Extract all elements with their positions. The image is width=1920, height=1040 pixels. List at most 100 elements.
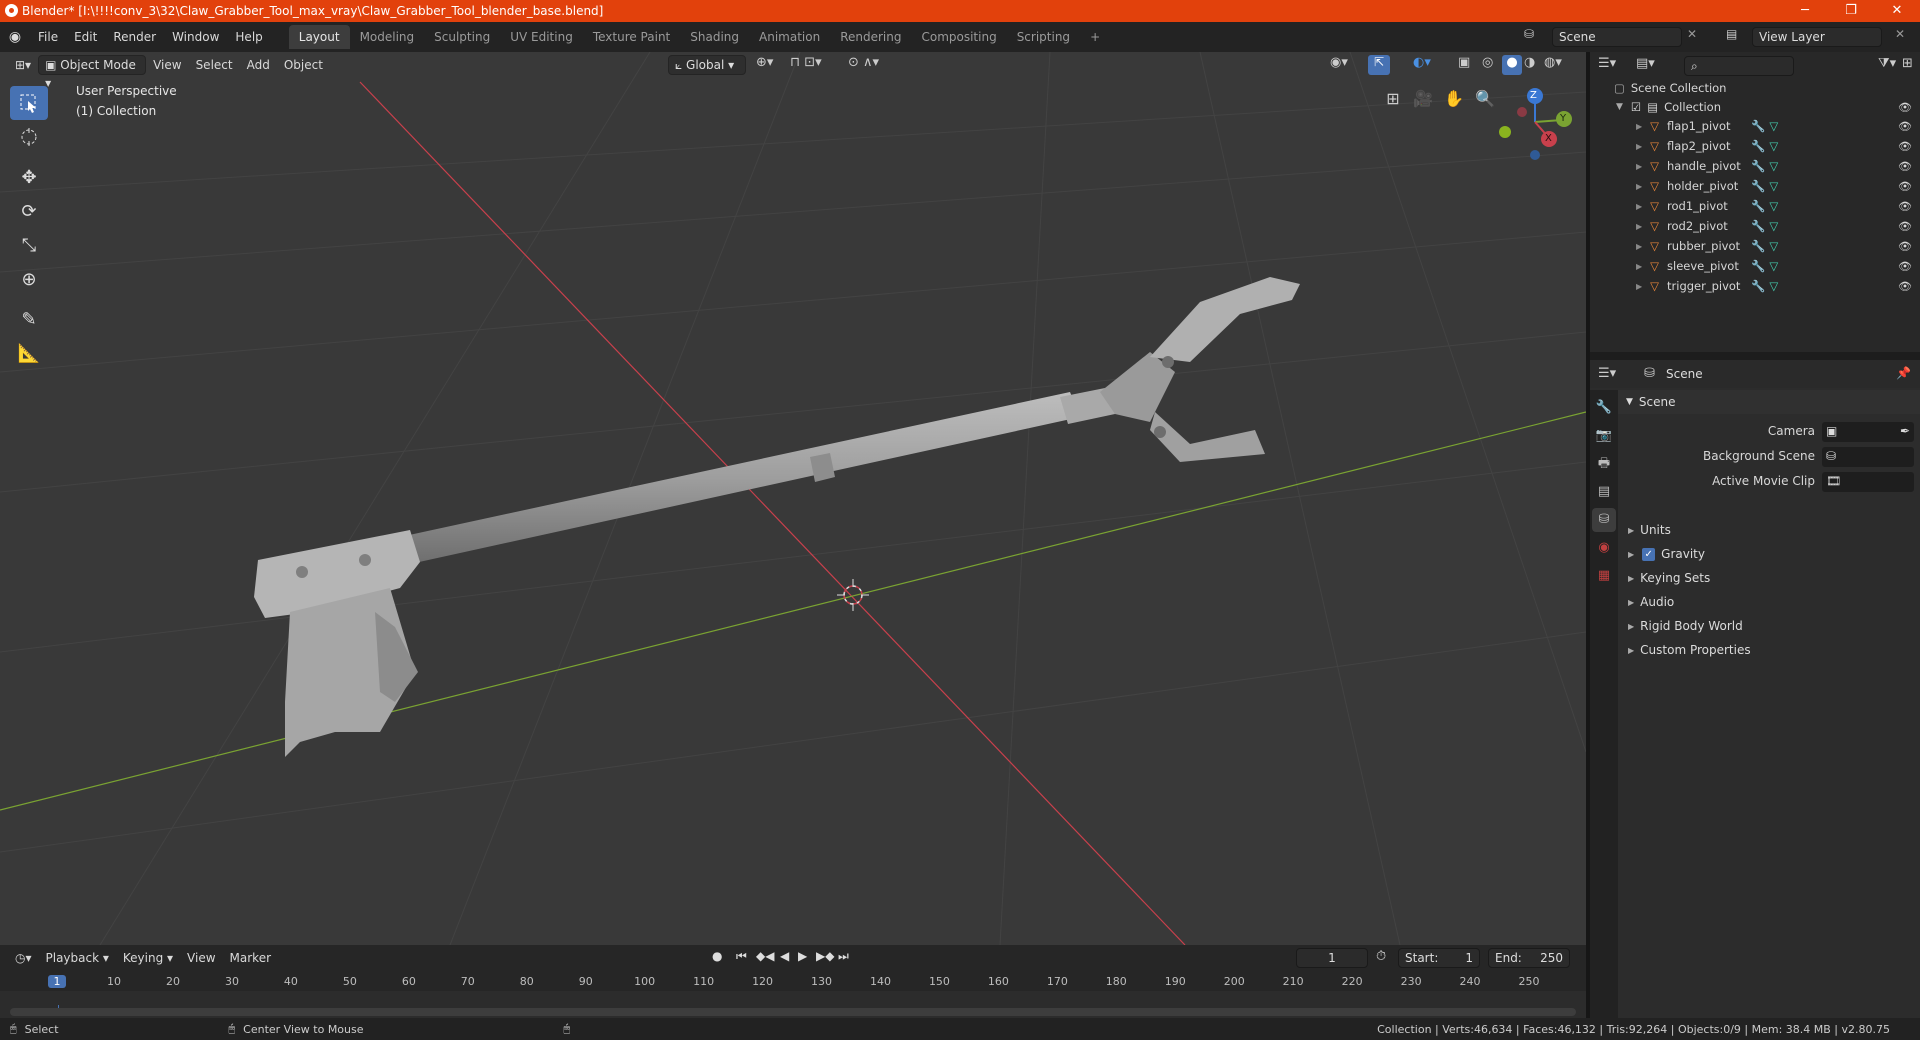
tab-rendering[interactable]: Rendering — [830, 25, 911, 49]
outliner-row-object[interactable]: ▶ ▽ sleeve_pivot 🔧 ▽ 👁 — [1590, 256, 1920, 276]
new-collection-icon[interactable]: ⊞ — [1902, 56, 1913, 71]
outliner-row-object[interactable]: ▶ ▽ trigger_pivot 🔧 ▽ 👁 — [1590, 276, 1920, 296]
eye-icon[interactable]: 👁 — [1898, 180, 1912, 193]
properties-editor-type-icon[interactable]: ☰▾ — [1598, 366, 1616, 381]
overlay-toggle-icon[interactable]: ◐▾ — [1413, 55, 1431, 70]
subpanel-header[interactable]: ▶ Rigid Body World — [1618, 614, 1920, 638]
visibility-icon[interactable]: ◉▾ — [1330, 55, 1348, 70]
editor-type-icon[interactable]: ⊞▾ — [8, 54, 38, 76]
tab-scripting[interactable]: Scripting — [1007, 25, 1080, 49]
tab-modeling[interactable]: Modeling — [350, 25, 425, 49]
world-tab-icon[interactable]: ◉ — [1592, 536, 1616, 560]
background-scene-field[interactable]: ⛁ — [1822, 447, 1914, 467]
scene-tab-icon[interactable]: ⛁ — [1592, 508, 1616, 532]
outliner-row-object[interactable]: ▶ ▽ rubber_pivot 🔧 ▽ 👁 — [1590, 236, 1920, 256]
eye-icon[interactable]: 👁 — [1898, 140, 1912, 153]
eye-icon[interactable]: 👁 — [1898, 220, 1912, 233]
toggle-grid-icon[interactable]: ⊞ — [1380, 86, 1406, 112]
expand-arrow-icon[interactable]: ▶ — [1636, 222, 1642, 231]
camera-view-icon[interactable]: 🎥 — [1410, 86, 1436, 112]
transform-tool-icon[interactable]: ⊕ — [10, 262, 48, 296]
cursor-tool-icon[interactable] — [10, 120, 48, 154]
scene-close-icon[interactable]: ✕ — [1682, 27, 1702, 41]
snap-icon[interactable]: ⊓ ⊡▾ — [790, 55, 822, 70]
outliner-row-object[interactable]: ▶ ▽ flap1_pivot 🔧 ▽ 👁 — [1590, 116, 1920, 136]
annotate-tool-icon[interactable]: ✎ — [10, 302, 48, 336]
eye-icon[interactable]: 👁 — [1898, 280, 1912, 293]
expand-arrow-icon[interactable]: ▶ — [1636, 142, 1642, 151]
tab-layout[interactable]: Layout — [288, 25, 350, 49]
eye-icon[interactable]: 👁 — [1898, 240, 1912, 253]
eye-icon[interactable]: 👁 — [1898, 120, 1912, 133]
tab-shading[interactable]: Shading — [680, 25, 749, 49]
menu-file[interactable]: File — [30, 22, 66, 52]
select-box-icon[interactable] — [10, 86, 48, 120]
scene-panel-header[interactable]: ▼ Scene — [1618, 390, 1920, 414]
expand-arrow-icon[interactable]: ▶ — [1636, 182, 1642, 191]
pivot-point-icon[interactable]: ⊕▾ — [756, 55, 773, 70]
expand-arrow-icon[interactable]: ▶ — [1636, 122, 1642, 131]
minimize-button[interactable]: ─ — [1782, 0, 1828, 22]
viewport-menu-view[interactable]: View — [146, 54, 188, 76]
jump-end-icon[interactable]: ⏭ — [838, 949, 849, 964]
timeline-menu-keying[interactable]: Keying ▾ — [116, 947, 180, 969]
tab-texture-paint[interactable]: Texture Paint — [583, 25, 680, 49]
eyedropper-icon[interactable]: ✒ — [1900, 424, 1910, 438]
menu-edit[interactable]: Edit — [66, 22, 105, 52]
maximize-button[interactable]: ❐ — [1828, 0, 1874, 22]
view-layer-selector[interactable]: View Layer — [1752, 27, 1882, 47]
viewport-menu-select[interactable]: Select — [189, 54, 240, 76]
solid-shading-icon[interactable]: ● — [1502, 55, 1522, 75]
texture-tab-icon[interactable]: ▦ — [1592, 564, 1616, 588]
expand-arrow-icon[interactable]: ▶ — [1636, 202, 1642, 211]
play-icon[interactable]: ▶ — [798, 949, 807, 963]
tab-uv-editing[interactable]: UV Editing — [500, 25, 583, 49]
subpanel-header[interactable]: ▶ Audio — [1618, 590, 1920, 614]
timeline-editor[interactable]: ◷▾ Playback ▾ Keying ▾ View Marker ● ⏮ ◆… — [0, 945, 1586, 1018]
xray-toggle-icon[interactable]: ▣ — [1458, 55, 1470, 70]
preview-range-icon[interactable]: ⏱ — [1376, 949, 1386, 964]
measure-tool-icon[interactable]: 📐 — [10, 336, 48, 370]
active-movie-clip-field[interactable]: 🎞 — [1822, 472, 1914, 492]
view-layer-close-icon[interactable]: ✕ — [1890, 27, 1910, 41]
rotate-tool-icon[interactable]: ⟳ — [10, 194, 48, 228]
subpanel-header[interactable]: ▶ Units — [1618, 518, 1920, 542]
record-icon[interactable]: ● — [712, 949, 722, 963]
timeline-menu-view[interactable]: View — [180, 947, 222, 969]
menu-render[interactable]: Render — [105, 22, 164, 52]
expand-arrow-icon[interactable]: ▶ — [1636, 282, 1642, 291]
eye-icon[interactable]: 👁 — [1898, 101, 1912, 114]
view-layer-tab-icon[interactable]: ▤ — [1592, 480, 1616, 504]
3d-viewport[interactable]: Z Y X ⊞▾ ▣ Object Mode ▾ View Select Add… — [0, 52, 1586, 945]
area-divider[interactable] — [1586, 52, 1590, 1018]
viewport-menu-add[interactable]: Add — [240, 54, 277, 76]
outliner-row-collection[interactable]: ▼ ☑ ▤ Collection 👁 — [1590, 97, 1920, 117]
gizmo-toggle-icon[interactable]: ⇱ — [1368, 55, 1390, 75]
add-workspace-button[interactable]: + — [1080, 25, 1110, 49]
zoom-icon[interactable]: 🔍 — [1472, 86, 1498, 112]
filter-icon[interactable]: ⧩▾ — [1878, 56, 1896, 71]
eye-icon[interactable]: 👁 — [1898, 200, 1912, 213]
material-shading-icon[interactable]: ◑ — [1524, 55, 1535, 70]
tab-animation[interactable]: Animation — [749, 25, 830, 49]
outliner-search-input[interactable]: ⌕ — [1684, 56, 1794, 76]
current-frame-field[interactable]: 1 — [1296, 948, 1368, 968]
outliner-row-object[interactable]: ▶ ▽ handle_pivot 🔧 ▽ 👁 — [1590, 156, 1920, 176]
tab-sculpting[interactable]: Sculpting — [424, 25, 500, 49]
3d-cursor[interactable] — [837, 579, 869, 611]
subpanel-header[interactable]: ▶ Custom Properties — [1618, 638, 1920, 662]
eye-icon[interactable]: 👁 — [1898, 260, 1912, 273]
rendered-shading-icon[interactable]: ◍▾ — [1544, 55, 1562, 70]
eye-icon[interactable]: 👁 — [1898, 160, 1912, 173]
collapse-arrow-icon[interactable]: ▼ — [1616, 102, 1623, 112]
collection-checkbox[interactable]: ☑ — [1631, 100, 1641, 114]
timeline-menu-marker[interactable]: Marker — [223, 947, 278, 969]
subpanel-header[interactable]: ▶ ✓ Gravity — [1618, 542, 1920, 566]
orientation-dropdown[interactable]: ⟀ Global ▾ — [668, 55, 746, 75]
subpanel-header[interactable]: ▶ Keying Sets — [1618, 566, 1920, 590]
display-mode-icon[interactable]: ▤▾ — [1636, 56, 1655, 71]
pin-icon[interactable]: 📌 — [1896, 366, 1911, 380]
outliner-editor-type-icon[interactable]: ☰▾ — [1598, 56, 1616, 71]
start-frame-field[interactable]: Start: 1 — [1398, 948, 1480, 968]
current-frame-marker[interactable]: 1 — [48, 975, 66, 988]
